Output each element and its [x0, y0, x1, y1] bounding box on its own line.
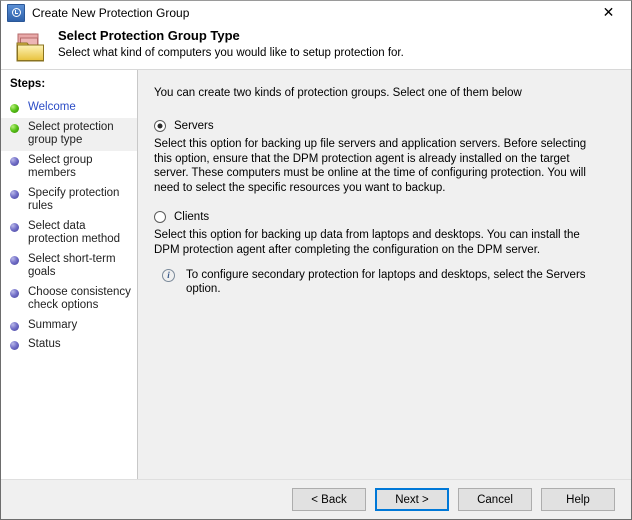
sidebar-step-4[interactable]: Select data protection method — [1, 217, 137, 250]
step-bullet-icon — [10, 255, 19, 265]
sidebar-step-6[interactable]: Choose consistency check options — [1, 283, 137, 316]
page-subtitle: Select what kind of computers you would … — [58, 47, 404, 59]
sidebar-step-label: Select data protection method — [28, 219, 121, 246]
dpm-shield-icon — [7, 3, 25, 22]
button-back[interactable]: < Back — [292, 488, 366, 511]
dialog-body: Steps: Welcome Select protection group ty… — [1, 70, 631, 519]
sidebar-step-0[interactable]: Welcome — [1, 98, 137, 118]
radio-label-servers: Servers — [174, 120, 214, 132]
radio-label-clients: Clients — [174, 211, 210, 223]
step-bullet-icon — [10, 321, 19, 331]
option-servers[interactable]: Servers Select this option for backing u… — [154, 120, 613, 195]
sidebar-step-3[interactable]: Specify protection rules — [1, 184, 137, 217]
sidebar-step-8[interactable]: Status — [1, 335, 137, 355]
sidebar-step-label: Select group members — [28, 153, 93, 180]
info-icon: i — [162, 269, 175, 282]
radio-clients[interactable] — [154, 211, 166, 223]
option-clients[interactable]: Clients Select this option for backing u… — [154, 211, 613, 296]
wizard-header: Select Protection Group Type Select what… — [1, 24, 631, 70]
step-bullet-icon — [10, 156, 19, 166]
info-note: i To configure secondary protection for … — [162, 268, 613, 296]
window-title: Create New Protection Group — [32, 5, 190, 20]
sidebar-step-label: Choose consistency check options — [28, 285, 131, 312]
sidebar-step-label: Welcome — [28, 101, 76, 113]
option-description-servers: Select this option for backing up file s… — [154, 138, 587, 194]
sidebar-step-label: Summary — [28, 318, 78, 331]
sidebar-step-label: Select protection group type — [28, 120, 114, 147]
radio-servers[interactable] — [154, 120, 166, 132]
step-bullet-icon — [10, 104, 19, 113]
sidebar-step-label: Status — [28, 338, 61, 350]
button-next[interactable]: Next > — [375, 488, 449, 511]
page-title: Select Protection Group Type — [58, 28, 240, 43]
sidebar-step-label: Specify protection rules — [28, 186, 120, 213]
sidebar-step-5[interactable]: Select short-term goals — [1, 250, 137, 283]
header-texts: Select Protection Group Type Select what… — [58, 24, 404, 59]
step-bullet-icon — [10, 341, 19, 350]
radio-row-clients[interactable]: Clients — [154, 211, 613, 223]
folder-icon — [15, 33, 51, 65]
title-bar: Create New Protection Group ✕ — [1, 1, 631, 24]
button-bar: < Back Next > Cancel Help — [1, 479, 631, 519]
sidebar-step-2[interactable]: Select group members — [1, 151, 137, 184]
steps-sidebar: Steps: Welcome Select protection group ty… — [1, 70, 138, 519]
step-bullet-icon — [10, 123, 19, 133]
button-help[interactable]: Help — [541, 488, 615, 511]
steps-list: Welcome Select protection group type Selec… — [1, 98, 137, 355]
radio-row-servers[interactable]: Servers — [154, 120, 613, 132]
footer-buttons: < Back Next > Cancel Help — [283, 488, 615, 511]
info-note-text: To configure secondary protection for la… — [186, 269, 586, 295]
main-content: You can create two kinds of protection g… — [138, 70, 631, 519]
option-description-clients: Select this option for backing up data f… — [154, 229, 580, 256]
button-cancel[interactable]: Cancel — [458, 488, 532, 511]
step-bullet-icon — [10, 222, 19, 232]
step-bullet-icon — [10, 189, 19, 199]
sidebar-step-7[interactable]: Summary — [1, 316, 137, 336]
create-protection-group-dialog: Create New Protection Group ✕ Select Pro… — [0, 0, 632, 520]
close-icon[interactable]: ✕ — [586, 1, 631, 24]
sidebar-step-label: Select short-term goals — [28, 252, 116, 279]
step-bullet-icon — [10, 288, 19, 298]
sidebar-step-1[interactable]: Select protection group type — [1, 117, 137, 151]
steps-heading: Steps: — [10, 78, 46, 90]
intro-text: You can create two kinds of protection g… — [154, 87, 522, 99]
